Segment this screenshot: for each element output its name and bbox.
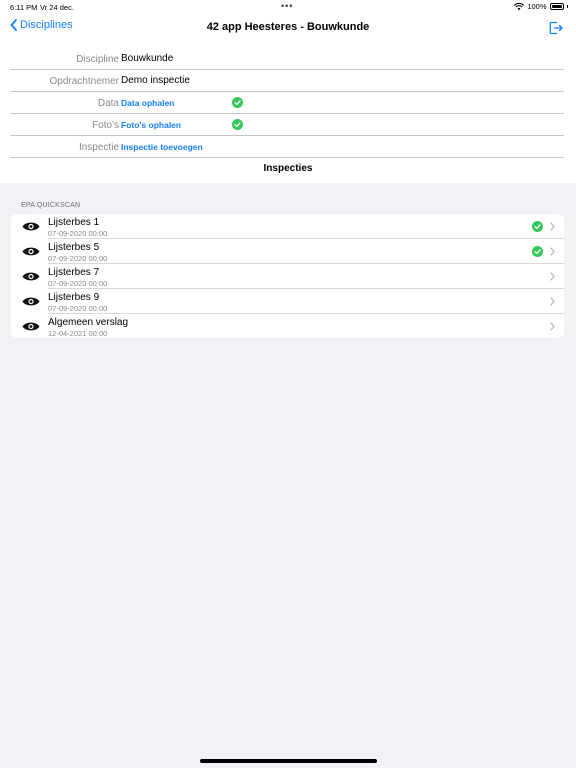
home-indicator[interactable] — [200, 759, 377, 763]
eye-icon — [22, 247, 40, 256]
opdrachtnemer-value: Demo inspectie — [121, 75, 190, 86]
exit-button[interactable] — [548, 20, 564, 41]
chevron-right-icon — [550, 272, 555, 281]
chevron-right-icon — [550, 222, 555, 231]
list-item[interactable]: Lijsterbes 9 07-09-2020 00:00 — [11, 289, 564, 314]
item-title: Algemeen verslag — [48, 317, 129, 328]
check-circle-icon — [532, 246, 543, 257]
opdrachtnemer-row: Opdrachtnemer Demo inspectie — [10, 70, 564, 92]
discipline-row: Discipline Bouwkunde — [10, 48, 564, 70]
status-bar: 6:11 PM Vr 24 dec. ••• 100% — [0, 0, 576, 14]
battery-tip — [566, 5, 568, 8]
status-date: Vr 24 dec. — [40, 3, 74, 12]
inspectie-row: Inspectie Inspectie toevoegen — [10, 136, 564, 158]
data-row: Data Data ophalen — [10, 92, 564, 114]
item-date: 07-09-2020 00:00 — [48, 304, 108, 313]
chevron-right-icon — [550, 322, 555, 331]
inspectie-label: Inspectie — [78, 142, 119, 153]
eye-icon — [22, 272, 40, 281]
navigation-bar: Disciplines 42 app Heesteres - Bouwkunde — [0, 14, 576, 42]
exit-icon — [549, 21, 563, 35]
wifi-icon — [514, 2, 525, 10]
list-item[interactable]: Lijsterbes 7 07-09-2020 00:00 — [11, 264, 564, 289]
battery-icon — [549, 3, 564, 10]
eye-icon — [22, 222, 40, 231]
check-circle-icon — [232, 119, 243, 130]
data-label: Data — [97, 98, 119, 109]
list-item[interactable]: Lijsterbes 1 07-09-2020 00:00 — [11, 214, 564, 239]
item-title: Lijsterbes 1 — [48, 217, 100, 228]
status-time: 6:11 PM — [10, 3, 38, 12]
battery-percent: 100% — [527, 2, 547, 11]
eye-icon — [22, 297, 40, 306]
check-circle-icon — [232, 97, 243, 108]
check-circle-icon — [532, 221, 543, 232]
item-title: Lijsterbes 5 — [48, 242, 100, 253]
list-item[interactable]: Lijsterbes 5 07-09-2020 00:00 — [11, 239, 564, 264]
fotos-ophalen-button[interactable]: Foto's ophalen — [121, 120, 181, 130]
multitasking-dots[interactable]: ••• — [281, 1, 293, 11]
item-date: 07-09-2020 00:00 — [48, 279, 108, 288]
discipline-value: Bouwkunde — [121, 53, 174, 64]
section-title: EPA QUICKSCAN — [21, 202, 81, 209]
status-right: 100% — [514, 2, 568, 11]
chevron-right-icon — [550, 247, 555, 256]
page-title: 42 app Heesteres - Bouwkunde — [206, 21, 370, 33]
eye-icon — [22, 322, 40, 331]
discipline-form: Discipline Bouwkunde Opdrachtnemer Demo … — [0, 42, 576, 183]
opdrachtnemer-label: Opdrachtnemer — [49, 76, 119, 87]
item-date: 07-09-2020 00:00 — [48, 229, 108, 238]
item-date: 12-04-2021 00:00 — [48, 329, 108, 338]
inspectie-toevoegen-button[interactable]: Inspectie toevoegen — [121, 142, 203, 152]
discipline-label: Discipline — [76, 54, 119, 65]
inspection-list: Lijsterbes 1 07-09-2020 00:00 Lijsterbes… — [11, 214, 564, 338]
data-ophalen-button[interactable]: Data ophalen — [121, 98, 174, 108]
chevron-right-icon — [550, 297, 555, 306]
item-date: 07-09-2020 00:00 — [48, 254, 108, 263]
item-title: Lijsterbes 7 — [48, 267, 100, 278]
list-item[interactable]: Algemeen verslag 12-04-2021 00:00 — [11, 314, 564, 338]
item-title: Lijsterbes 9 — [48, 292, 100, 303]
fotos-row: Foto's Foto's ophalen — [10, 114, 564, 136]
inspecties-header: Inspecties — [263, 163, 313, 174]
fotos-label: Foto's — [92, 120, 119, 131]
